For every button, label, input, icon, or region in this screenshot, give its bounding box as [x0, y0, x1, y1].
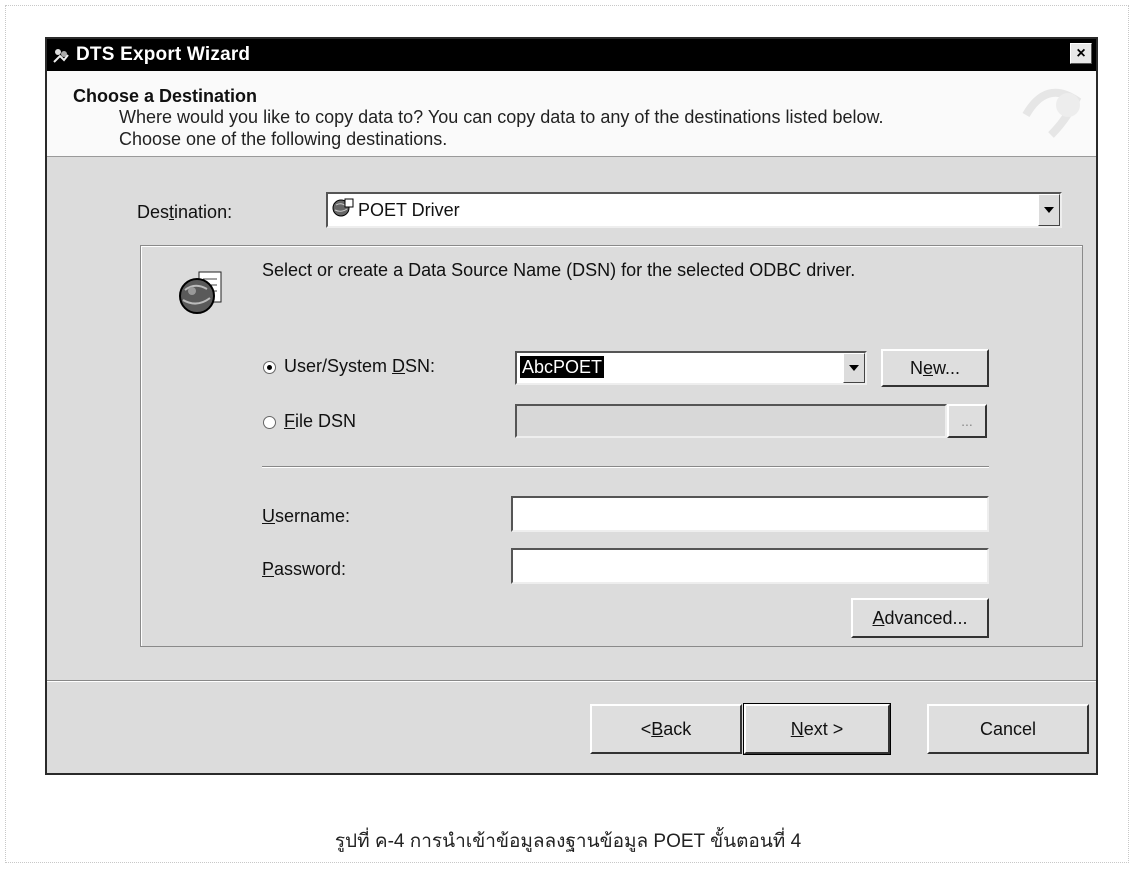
page-description: Where would you like to copy data to? Yo…: [119, 106, 884, 150]
wizard-header: Choose a Destination Where would you lik…: [47, 71, 1096, 157]
back-button[interactable]: < Back: [590, 704, 742, 754]
description-line-1: Where would you like to copy data to? Yo…: [119, 107, 884, 127]
advanced-button[interactable]: Advanced...: [851, 598, 989, 638]
footer-separator: [47, 680, 1096, 682]
destination-select[interactable]: POET Driver: [326, 192, 1062, 228]
file-dsn-label[interactable]: File DSN: [284, 411, 356, 432]
destination-dropdown-arrow[interactable]: [1038, 194, 1060, 226]
dsn-group-box: Select or create a Data Source Name (DSN…: [140, 245, 1083, 647]
cancel-button[interactable]: Cancel: [927, 704, 1089, 754]
user-system-dsn-dropdown-arrow[interactable]: [843, 353, 865, 383]
new-dsn-button[interactable]: Ne w...: [881, 349, 989, 387]
user-system-dsn-radio[interactable]: [263, 361, 276, 374]
description-line-2: Choose one of the following destinations…: [119, 129, 448, 149]
window-title: DTS Export Wizard: [76, 44, 251, 65]
dsn-separator: [262, 466, 989, 468]
password-label: Password:: [262, 559, 347, 579]
dts-export-wizard-window: DTS Export Wizard × Choose a Destination…: [45, 37, 1098, 775]
destination-label: Destination:: [137, 202, 233, 222]
file-dsn-field[interactable]: [515, 404, 947, 438]
title-bar[interactable]: DTS Export Wizard ×: [47, 39, 1096, 71]
dsn-instruction: Select or create a Data Source Name (DSN…: [262, 260, 856, 280]
password-input[interactable]: [511, 548, 989, 584]
chevron-down-icon: [1044, 207, 1054, 213]
wizard-graphic-icon: [1022, 88, 1082, 138]
destination-value: POET Driver: [358, 200, 460, 220]
username-input[interactable]: [511, 496, 989, 532]
user-system-dsn-value: AbcPOET: [520, 356, 605, 378]
browse-file-dsn-button[interactable]: ...: [947, 404, 987, 438]
chevron-down-icon: [849, 365, 859, 371]
odbc-globe-icon: [332, 197, 354, 224]
close-button[interactable]: ×: [1070, 43, 1092, 64]
next-button[interactable]: Next >: [743, 703, 891, 755]
user-system-dsn-label[interactable]: User/System DSN:: [284, 356, 435, 377]
username-label: Username:: [262, 506, 351, 526]
file-dsn-radio[interactable]: [263, 416, 276, 429]
page-title: Choose a Destination: [73, 86, 258, 106]
user-system-dsn-select[interactable]: AbcPOET: [515, 351, 867, 385]
figure-caption: รูปที่ ค-4 การนำเข้าข้อมูลลงฐานข้อมูล PO…: [334, 831, 802, 852]
app-icon: [51, 45, 71, 65]
close-icon: ×: [1076, 45, 1086, 62]
odbc-datasource-icon: [177, 270, 225, 321]
